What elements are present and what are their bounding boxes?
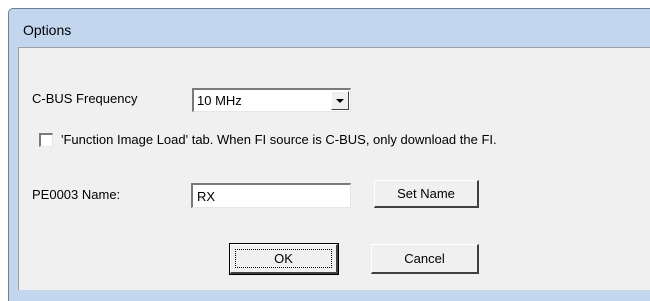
pe-name-input[interactable]: RX: [191, 183, 351, 208]
fi-download-checkbox[interactable]: [39, 133, 53, 147]
frequency-label: C-BUS Frequency: [32, 91, 138, 106]
pe-name-label: PE0003 Name:: [32, 187, 121, 202]
dialog-client-area: C-BUS Frequency 10 MHz 'Function Image L…: [18, 47, 650, 290]
set-name-button[interactable]: Set Name: [374, 180, 479, 208]
dialog-title: Options: [23, 22, 72, 38]
ok-button[interactable]: OK: [229, 243, 339, 275]
frequency-select[interactable]: 10 MHz: [192, 88, 351, 112]
cancel-button-label: Cancel: [404, 251, 445, 266]
ok-button-label: OK: [274, 251, 293, 266]
pe-name-value: RX: [197, 189, 216, 204]
dropdown-arrow-icon: [336, 99, 344, 103]
frequency-select-value: 10 MHz: [197, 93, 242, 108]
title-bar[interactable]: Options: [9, 9, 650, 47]
fi-download-label[interactable]: 'Function Image Load' tab. When FI sourc…: [61, 132, 497, 147]
set-name-button-label: Set Name: [397, 186, 455, 201]
cancel-button[interactable]: Cancel: [371, 244, 479, 274]
options-dialog: Options C-BUS Frequency 10 MHz 'Function…: [8, 8, 650, 301]
frequency-dropdown-button[interactable]: [331, 91, 349, 110]
